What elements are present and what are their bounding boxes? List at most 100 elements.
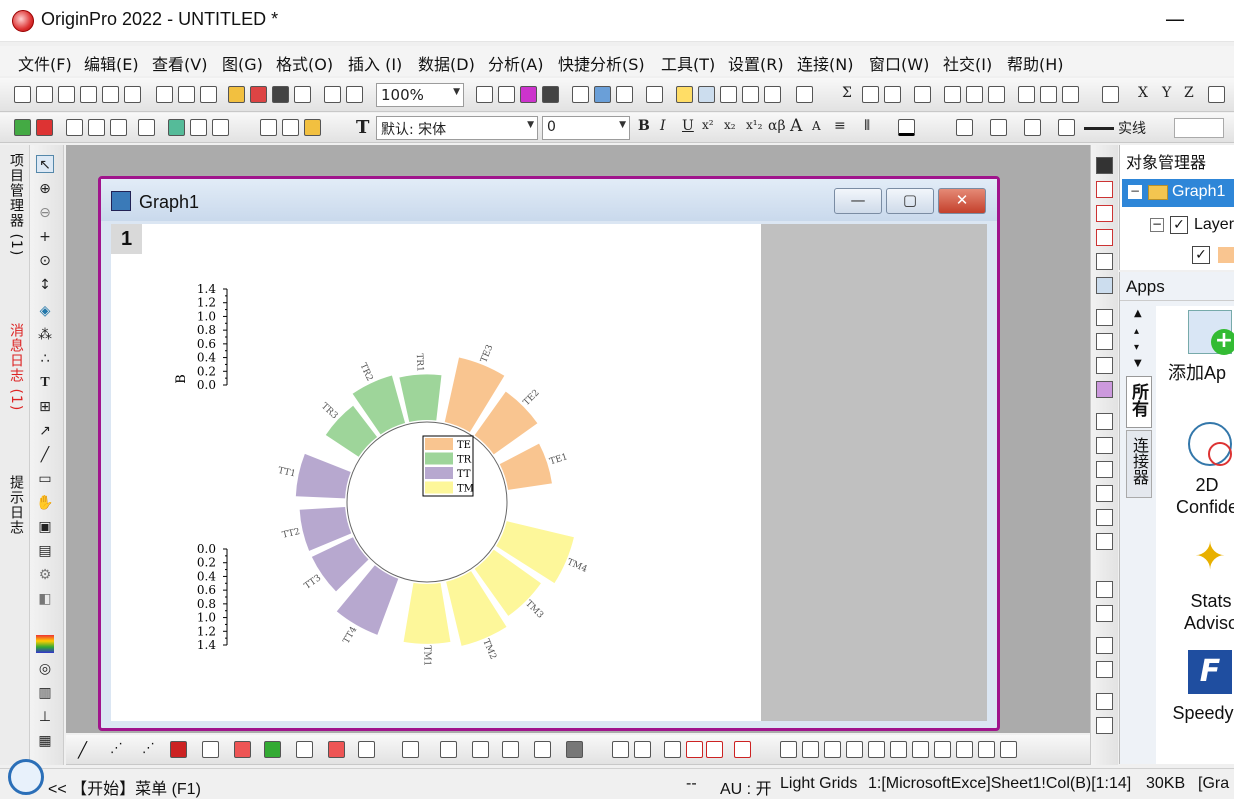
object-tool-icon[interactable] xyxy=(978,741,995,758)
data-reader-icon[interactable]: ⊙ xyxy=(36,252,54,270)
align-bottom-tool-icon[interactable] xyxy=(890,741,907,758)
font-color-icon[interactable] xyxy=(898,119,915,136)
menu-graph[interactable]: 图(G) xyxy=(222,51,263,75)
scroll-up-small-icon[interactable]: ▴ xyxy=(1134,326,1139,337)
front-icon[interactable] xyxy=(664,741,681,758)
statistics-icon[interactable] xyxy=(862,86,879,103)
line-width-icon[interactable] xyxy=(1058,119,1075,136)
crosshair-icon[interactable]: + xyxy=(36,228,54,246)
increase-font-button[interactable]: A xyxy=(790,116,802,136)
object-icon[interactable]: ◧ xyxy=(36,590,54,608)
new-function-icon[interactable] xyxy=(102,86,119,103)
confidence-ellipse-icon[interactable] xyxy=(1188,422,1232,466)
cut-icon[interactable] xyxy=(260,119,277,136)
menu-social[interactable]: 社交(I) xyxy=(943,51,992,75)
project-explorer-icon[interactable] xyxy=(646,86,663,103)
back-icon[interactable] xyxy=(686,741,703,758)
subscript-button[interactable]: x₂ xyxy=(724,118,736,132)
graph-window[interactable]: Graph1 — ▢ ✕ TE1 TE2 TE3 TR1 TR2 TR3 TT1 TT2 TT3… xyxy=(98,176,1000,731)
add-app-icon[interactable]: + xyxy=(1188,310,1234,355)
pattern-button[interactable]: ⦀ xyxy=(864,118,870,134)
graph-close-button[interactable]: ✕ xyxy=(938,188,986,214)
magic-wand-icon[interactable]: ✦ xyxy=(1188,534,1232,578)
align-left-icon[interactable] xyxy=(1096,581,1113,598)
scroll-down-small-icon[interactable]: ▾ xyxy=(1134,342,1139,353)
y-column-button[interactable]: Y xyxy=(1162,85,1171,101)
layer-toggle-icon[interactable] xyxy=(1096,157,1113,174)
add-text-icon[interactable] xyxy=(14,119,31,136)
arrange-layers-icon[interactable] xyxy=(110,119,127,136)
tab-hint-log[interactable]: 提示日志 xyxy=(4,475,26,535)
line-width-combo[interactable] xyxy=(1174,118,1224,138)
paste-icon[interactable] xyxy=(304,119,321,136)
align-middle-tool-icon[interactable] xyxy=(868,741,885,758)
tab-project-explorer[interactable]: 项目管理器 (1) xyxy=(4,153,26,256)
open-folder-icon[interactable] xyxy=(228,86,245,103)
speed-mode-icon[interactable] xyxy=(1096,277,1113,294)
bottom-x-icon[interactable] xyxy=(1096,413,1113,430)
zoom-icon[interactable]: ⊕ xyxy=(36,180,54,198)
multi-panel-icon[interactable] xyxy=(202,741,219,758)
scroll-up-icon[interactable]: ▲ xyxy=(1134,308,1142,319)
x-column-button[interactable]: X xyxy=(1138,85,1148,101)
rotate-3d-icon[interactable] xyxy=(1096,253,1113,270)
decrease-font-button[interactable]: A xyxy=(812,119,821,133)
layer-arrange-icon[interactable] xyxy=(1096,333,1113,350)
menu-settings[interactable]: 设置(R) xyxy=(728,51,784,75)
data-reader-icon[interactable] xyxy=(698,86,715,103)
cloneable-template-icon[interactable] xyxy=(440,741,457,758)
app-label-stats-advisor[interactable]: Stats Adviso xyxy=(1166,590,1234,634)
align-top-tool-icon[interactable] xyxy=(846,741,863,758)
fill-color-icon[interactable] xyxy=(956,119,973,136)
merge-graph-icon[interactable] xyxy=(66,119,83,136)
menu-file[interactable]: 文件(F) xyxy=(18,51,72,75)
graph-window-titlebar[interactable]: Graph1 — ▢ ✕ xyxy=(101,179,997,221)
align-top-icon[interactable] xyxy=(1096,637,1113,654)
same-height-icon[interactable] xyxy=(1096,717,1113,734)
pointer-icon[interactable]: ↖ xyxy=(36,155,54,173)
histogram-icon[interactable] xyxy=(988,86,1005,103)
sort-icon[interactable] xyxy=(884,86,901,103)
collapse-icon[interactable]: − xyxy=(1150,218,1164,232)
menu-window[interactable]: 窗口(W) xyxy=(869,51,929,75)
same-size-tool-icon[interactable] xyxy=(912,741,929,758)
annotation-icon[interactable]: ⊞ xyxy=(36,398,54,416)
menu-format[interactable]: 格式(O) xyxy=(276,51,333,75)
layer-number-tag[interactable]: 1 xyxy=(111,224,142,254)
menu-data[interactable]: 数据(D) xyxy=(418,51,475,75)
ungroup-icon[interactable] xyxy=(634,741,651,758)
line-tool-icon[interactable]: ╱ xyxy=(36,446,54,464)
mask-icon[interactable] xyxy=(1102,86,1119,103)
hand-icon[interactable]: ✋ xyxy=(36,494,54,512)
data-selector-icon[interactable]: ◈ xyxy=(36,302,54,320)
script-window-icon[interactable] xyxy=(572,86,589,103)
graph-minimize-button[interactable]: — xyxy=(834,188,882,214)
zoom-combo[interactable]: 100% ▼ xyxy=(376,83,464,107)
3d-plot-icon[interactable] xyxy=(358,741,375,758)
export-graph-icon[interactable] xyxy=(498,86,515,103)
axis-tool-2-icon[interactable] xyxy=(1096,205,1113,222)
save-icon[interactable] xyxy=(272,86,289,103)
record-icon[interactable]: ◎ xyxy=(36,660,54,678)
contour-icon[interactable] xyxy=(296,741,313,758)
checkbox-icon[interactable]: ✓ xyxy=(1170,216,1188,234)
new-project-icon[interactable] xyxy=(14,86,31,103)
menu-help[interactable]: 帮助(H) xyxy=(1007,51,1064,75)
align-bottom-icon[interactable] xyxy=(1096,661,1113,678)
menu-tools[interactable]: 工具(T) xyxy=(661,51,715,75)
graph-theme-icon[interactable] xyxy=(472,741,489,758)
new-layout-icon[interactable] xyxy=(124,86,141,103)
layer-icon[interactable] xyxy=(36,119,53,136)
set-values-icon[interactable] xyxy=(914,86,931,103)
axis-tool-3-icon[interactable] xyxy=(1096,229,1113,246)
z-column-button[interactable]: Z xyxy=(1184,85,1194,101)
graph-maximize-button[interactable]: ▢ xyxy=(886,188,934,214)
refresh-icon[interactable] xyxy=(190,119,207,136)
checkbox-icon[interactable]: ✓ xyxy=(1192,246,1210,264)
sum-icon[interactable]: Σ xyxy=(842,85,852,101)
draw-data-icon[interactable]: ∴ xyxy=(36,350,54,368)
forward-icon[interactable] xyxy=(706,741,723,758)
underline-button[interactable]: U xyxy=(682,118,694,134)
print-icon[interactable] xyxy=(476,86,493,103)
app-label-confidence[interactable]: 2D Confide xyxy=(1162,474,1234,518)
